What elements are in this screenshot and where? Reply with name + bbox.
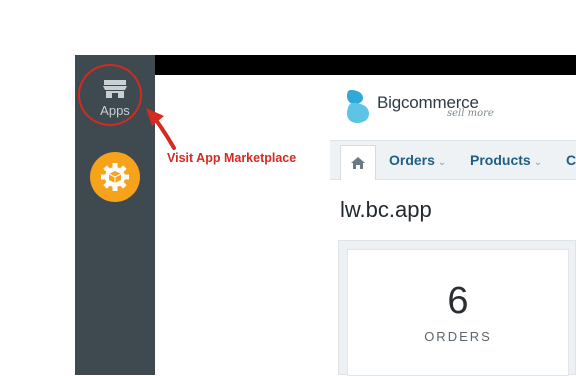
- gear-box-icon: [101, 163, 129, 191]
- orders-count: 6: [447, 280, 469, 322]
- bigcommerce-logo-icon: [347, 90, 369, 123]
- annotation-label: Visit App Marketplace: [167, 151, 297, 165]
- bigcommerce-logo[interactable]: Bigcommerce sell more: [345, 86, 494, 126]
- nav-customers-label: C: [566, 152, 576, 168]
- home-icon: [351, 157, 365, 169]
- top-black-bar: [155, 55, 576, 75]
- stats-panel: 6 ORDERS: [338, 240, 576, 376]
- app-marketplace-button[interactable]: [90, 152, 140, 202]
- main-nav: Orders ⌄ Products ⌄ C: [330, 140, 576, 180]
- apps-label: Apps: [100, 102, 130, 118]
- logo-tagline: sell more: [447, 107, 494, 119]
- store-icon: [103, 79, 127, 98]
- nav-orders-label: Orders: [389, 152, 435, 168]
- nav-products[interactable]: Products ⌄: [470, 152, 542, 168]
- apps-button[interactable]: Apps: [83, 67, 147, 129]
- annotation-arrow: [146, 108, 176, 150]
- orders-label: ORDERS: [424, 329, 492, 344]
- orders-stat-card[interactable]: 6 ORDERS: [347, 249, 569, 376]
- sidebar: Apps: [75, 55, 155, 375]
- nav-products-label: Products: [470, 152, 531, 168]
- nav-orders[interactable]: Orders ⌄: [389, 152, 446, 168]
- nav-customers[interactable]: C: [566, 152, 576, 168]
- tab-home[interactable]: [340, 145, 376, 180]
- chevron-down-icon: ⌄: [437, 157, 447, 168]
- store-title: lw.bc.app: [340, 197, 432, 222]
- chevron-down-icon: ⌄: [533, 157, 543, 168]
